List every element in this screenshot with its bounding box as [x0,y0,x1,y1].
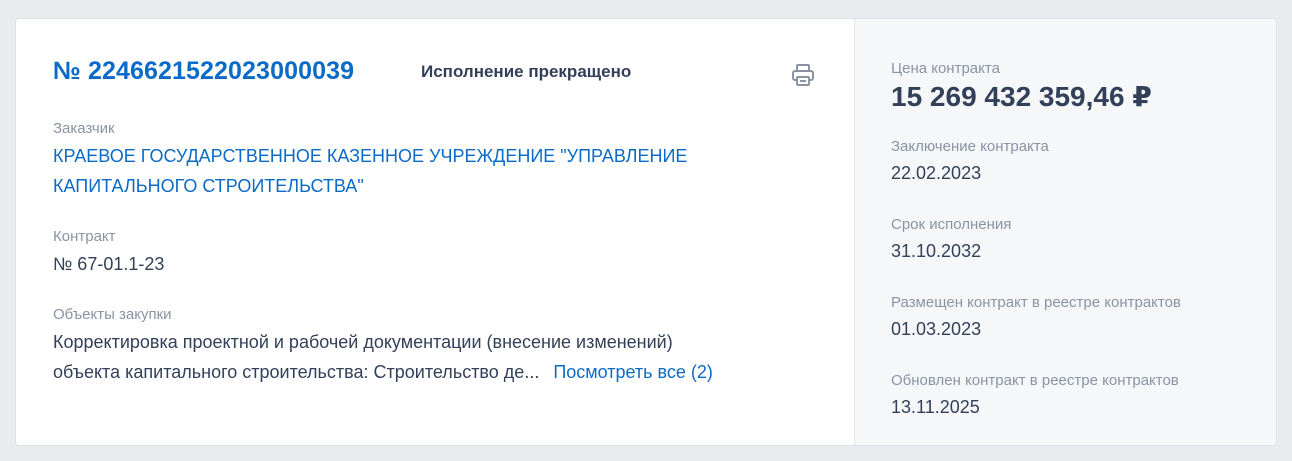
price-value: 15 269 432 359,46 ₽ [891,81,1152,112]
contract-card: № 2246621522023000039 Исполнение прекращ… [15,18,1277,446]
contract-doc-value: № 67-01.1-23 [53,254,165,274]
objects-label: Объекты закупки [53,306,172,323]
customer-label: Заказчик [53,120,115,137]
objects-line2: объекта капитального строительства: Стро… [53,362,540,382]
updated-label: Обновлен контракт в реестре контрактов [891,372,1179,389]
term-label: Срок исполнения [891,216,1012,233]
conclusion-label: Заключение контракта [891,138,1049,155]
contract-doc-label: Контракт [53,228,116,245]
objects-text: Корректировка проектной и рабочей докуме… [53,327,713,387]
conclusion-value: 22.02.2023 [891,163,982,183]
customer-name-line2: КАПИТАЛЬНОГО СТРОИТЕЛЬСТВА" [53,176,364,196]
contract-status: Исполнение прекращено [421,62,632,81]
posted-value: 01.03.2023 [891,319,982,339]
contract-number-link[interactable]: № 2246621522023000039 [53,57,354,86]
printer-icon[interactable] [790,62,816,88]
customer-name-line1: КРАЕВОЕ ГОСУДАРСТВЕННОЕ КАЗЕННОЕ УЧРЕЖДЕ… [53,146,688,166]
updated-value: 13.11.2025 [891,397,980,417]
contract-summary-panel: Цена контракта 15 269 432 359,46 ₽ Заклю… [854,19,1276,445]
contract-main-section: № 2246621522023000039 Исполнение прекращ… [16,19,854,445]
price-label: Цена контракта [891,60,1000,77]
term-value: 31.10.2032 [891,241,982,261]
customer-name-link[interactable]: КРАЕВОЕ ГОСУДАРСТВЕННОЕ КАЗЕННОЕ УЧРЕЖДЕ… [53,141,773,201]
show-all-objects-link[interactable]: Посмотреть все (2) [553,362,713,382]
objects-line1: Корректировка проектной и рабочей докуме… [53,332,673,352]
objects-line2-row: объекта капитального строительства: Стро… [53,357,713,387]
posted-label: Размещен контракт в реестре контрактов [891,294,1181,311]
